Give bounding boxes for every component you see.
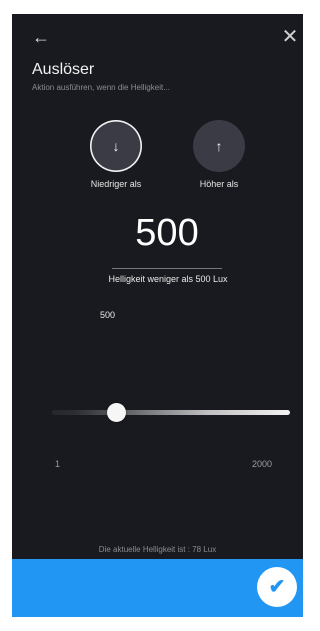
higher-than-button[interactable]: ↑ (193, 120, 245, 172)
checkmark-icon: ✔ (268, 576, 286, 598)
higher-than-label: Höher als (199, 179, 239, 189)
slider-value-label: 500 (100, 310, 116, 320)
slider-max-label: 2000 (252, 459, 273, 469)
footer-bar: ✔ (12, 559, 303, 617)
threshold-description: Helligkeit weniger als 500 Lux (108, 274, 228, 284)
lower-than-button[interactable]: ↓ (90, 120, 142, 172)
slider-thumb[interactable] (107, 403, 126, 422)
trigger-screen: ← ✕ Auslöser Aktion ausführen, wenn die … (12, 14, 303, 617)
page-subtitle: Aktion ausführen, wenn die Helligkeit... (32, 83, 170, 92)
top-bar: ← ✕ (12, 14, 303, 58)
arrow-down-icon: ↓ (112, 138, 120, 154)
close-icon[interactable]: ✕ (281, 27, 299, 47)
slider-min-label: 1 (55, 459, 61, 469)
threshold-underline (112, 268, 222, 269)
back-arrow-icon[interactable]: ← (32, 28, 50, 46)
current-brightness-text: Die aktuelle Helligkeit ist : 78 Lux (98, 545, 217, 554)
confirm-button[interactable]: ✔ (257, 567, 297, 607)
page-title: Auslöser (32, 61, 95, 78)
lower-than-label: Niedriger als (90, 179, 142, 189)
threshold-value[interactable]: 500 (110, 209, 224, 257)
slider-track[interactable] (52, 410, 290, 415)
brightness-slider[interactable] (52, 402, 290, 422)
arrow-up-icon: ↑ (215, 138, 223, 154)
